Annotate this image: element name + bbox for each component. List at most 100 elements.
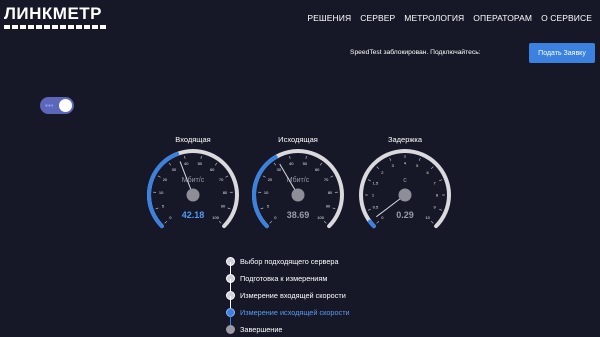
gauge-tick-label: 100	[317, 215, 324, 220]
gauge-tick-label: 1	[372, 193, 375, 198]
gauge-tick	[323, 220, 327, 224]
gauge-tick-label: 0.5	[373, 205, 379, 210]
gauge-tick	[367, 208, 371, 211]
gauge-tick	[273, 162, 277, 166]
gauge-tick	[260, 207, 264, 210]
nav-item-about[interactable]: О СЕРВИСЕ	[541, 13, 592, 23]
gauge-tick	[157, 175, 161, 178]
step-item: Завершение	[223, 321, 350, 337]
nav-item-server[interactable]: СЕРВЕР	[360, 13, 395, 23]
gauge-tick-label: 7	[433, 180, 436, 185]
latency-dial: 00.5 1 1.52 3 4 5 67 8 910 с 0.29	[359, 149, 451, 229]
gauge-hub	[398, 188, 412, 202]
stars-icon	[45, 104, 53, 107]
gauge-tick	[439, 179, 443, 182]
step-item: Подготовка к измерениям	[223, 270, 350, 296]
gauge-tick	[214, 162, 218, 166]
gauge-tick	[319, 162, 323, 166]
step-item: Выбор подходящего сервера	[223, 253, 350, 279]
gauge-tick-label: 50	[303, 161, 308, 166]
gauge-tick-label: 0	[169, 215, 172, 220]
gauge-tick	[330, 175, 334, 178]
toggle-knob	[59, 99, 72, 112]
gauge-tick	[262, 175, 266, 178]
gauge-tick-label: 10	[159, 190, 164, 195]
gauge-tick-label: 40	[184, 161, 189, 166]
gauge-tick	[418, 157, 421, 161]
gauge-tick	[289, 155, 291, 159]
gauge-tick	[155, 207, 159, 210]
gauge-upload: Исходящая 0 5 10 20 30 40 50 60 70 80 90 100 Мбит/с 3…	[248, 130, 348, 240]
gauge-tick-label: 6	[427, 170, 430, 175]
gauge-tick-label: 8	[436, 193, 439, 198]
nav-item-solutions[interactable]: РЕШЕНИЯ	[307, 13, 351, 23]
step-label: Измерение исходящей скорости	[240, 308, 350, 317]
theme-toggle[interactable]	[40, 97, 74, 114]
gauge-tick-label: 1.5	[373, 180, 379, 185]
gauge-download: Входящая 0 5 10 20 30 40 50 60 70 80 90 100 Мбит/с 42…	[143, 130, 243, 240]
gauge-tick	[376, 220, 380, 224]
gauge-tick-label: 100	[212, 215, 219, 220]
gauge-title: Исходящая	[278, 135, 318, 144]
step-item: Измерение входящей скорости	[223, 287, 350, 313]
gauge-value: 42.18	[182, 210, 205, 220]
gauge-tick-label: 80	[223, 190, 228, 195]
gauge-fill	[367, 219, 376, 229]
progress-steps: Выбор подходящего сервера Подготовка к и…	[223, 253, 350, 337]
gauge-tick	[164, 220, 168, 224]
gauge-tick-label: 70	[219, 177, 224, 182]
gauge-tick-label: 70	[324, 177, 329, 182]
gauge-hub	[186, 188, 200, 202]
main-nav: РЕШЕНИЯ СЕРВЕР МЕТРОЛОГИЯ ОПЕРАТОРАМ О С…	[307, 13, 592, 23]
gauge-title: Задержка	[387, 135, 423, 144]
gauge-tick-label: 5	[267, 204, 270, 209]
step-label: Подготовка к измерениям	[240, 274, 328, 283]
gauge-tick	[269, 220, 273, 224]
gauge-tick-label: 3	[392, 163, 395, 168]
step-label: Выбор подходящего сервера	[240, 257, 339, 266]
gauge-tick	[439, 208, 443, 211]
brand-name: ЛИНКМЕТР	[4, 4, 103, 23]
nav-item-operators[interactable]: ОПЕРАТОРАМ	[473, 13, 532, 23]
gauge-tick	[430, 220, 434, 224]
step-label: Завершение	[240, 325, 283, 334]
blocked-notice: SpeedTest заблокирован. Подключайтесь:	[350, 49, 481, 56]
gauge-tick-label: 4	[404, 161, 407, 166]
gauge-title: Входящая	[175, 135, 211, 144]
gauge-tick	[184, 155, 186, 159]
logo-underline	[4, 25, 108, 29]
gauge-unit: Мбит/с	[182, 176, 205, 184]
gauge-tick-label: 20	[268, 177, 273, 182]
gauge-tick	[367, 179, 371, 182]
gauge-tick-label: 60	[210, 167, 215, 172]
gauge-tick	[376, 166, 380, 170]
gauge-tick	[218, 220, 222, 224]
gauge-tick	[168, 162, 172, 166]
step-label: Измерение входящей скорости	[240, 291, 346, 300]
step-dot	[226, 325, 235, 334]
gauge-tick-label: 5	[416, 163, 419, 168]
gauge-tick	[225, 175, 229, 178]
gauge-tick-label: 30	[172, 167, 177, 172]
apply-button[interactable]: Подать Заявку	[529, 43, 595, 63]
gauge-tick	[227, 207, 231, 210]
gauge-tick-label: 90	[221, 204, 226, 209]
gauge-hub	[291, 188, 305, 202]
gauge-value: 38.69	[287, 210, 310, 220]
gauge-tick-label: 20	[163, 177, 168, 182]
gauge-tick	[332, 207, 336, 210]
gauge-tick-label: 80	[328, 190, 333, 195]
gauge-latency: Задержка 0 0.5 1 1.5 2 3 4 5 6 7 8 9 10 с 0.29	[355, 130, 455, 240]
step-item: Измерение исходящей скорости	[223, 304, 350, 330]
gauge-tick-label: 90	[326, 204, 331, 209]
gauge-tick	[389, 157, 392, 161]
brand-logo[interactable]: ЛИНКМЕТР	[4, 5, 108, 29]
gauge-tick-label: 10	[264, 190, 269, 195]
gauge-tick-label: 2	[381, 170, 384, 175]
nav-item-metrology[interactable]: МЕТРОЛОГИЯ	[404, 13, 464, 23]
gauge-tick-label: 30	[277, 167, 282, 172]
gauge-tick	[200, 155, 202, 159]
gauge-tick	[305, 155, 307, 159]
gauge-tick-label: 9	[433, 205, 436, 210]
gauge-value: 0.29	[396, 210, 414, 220]
